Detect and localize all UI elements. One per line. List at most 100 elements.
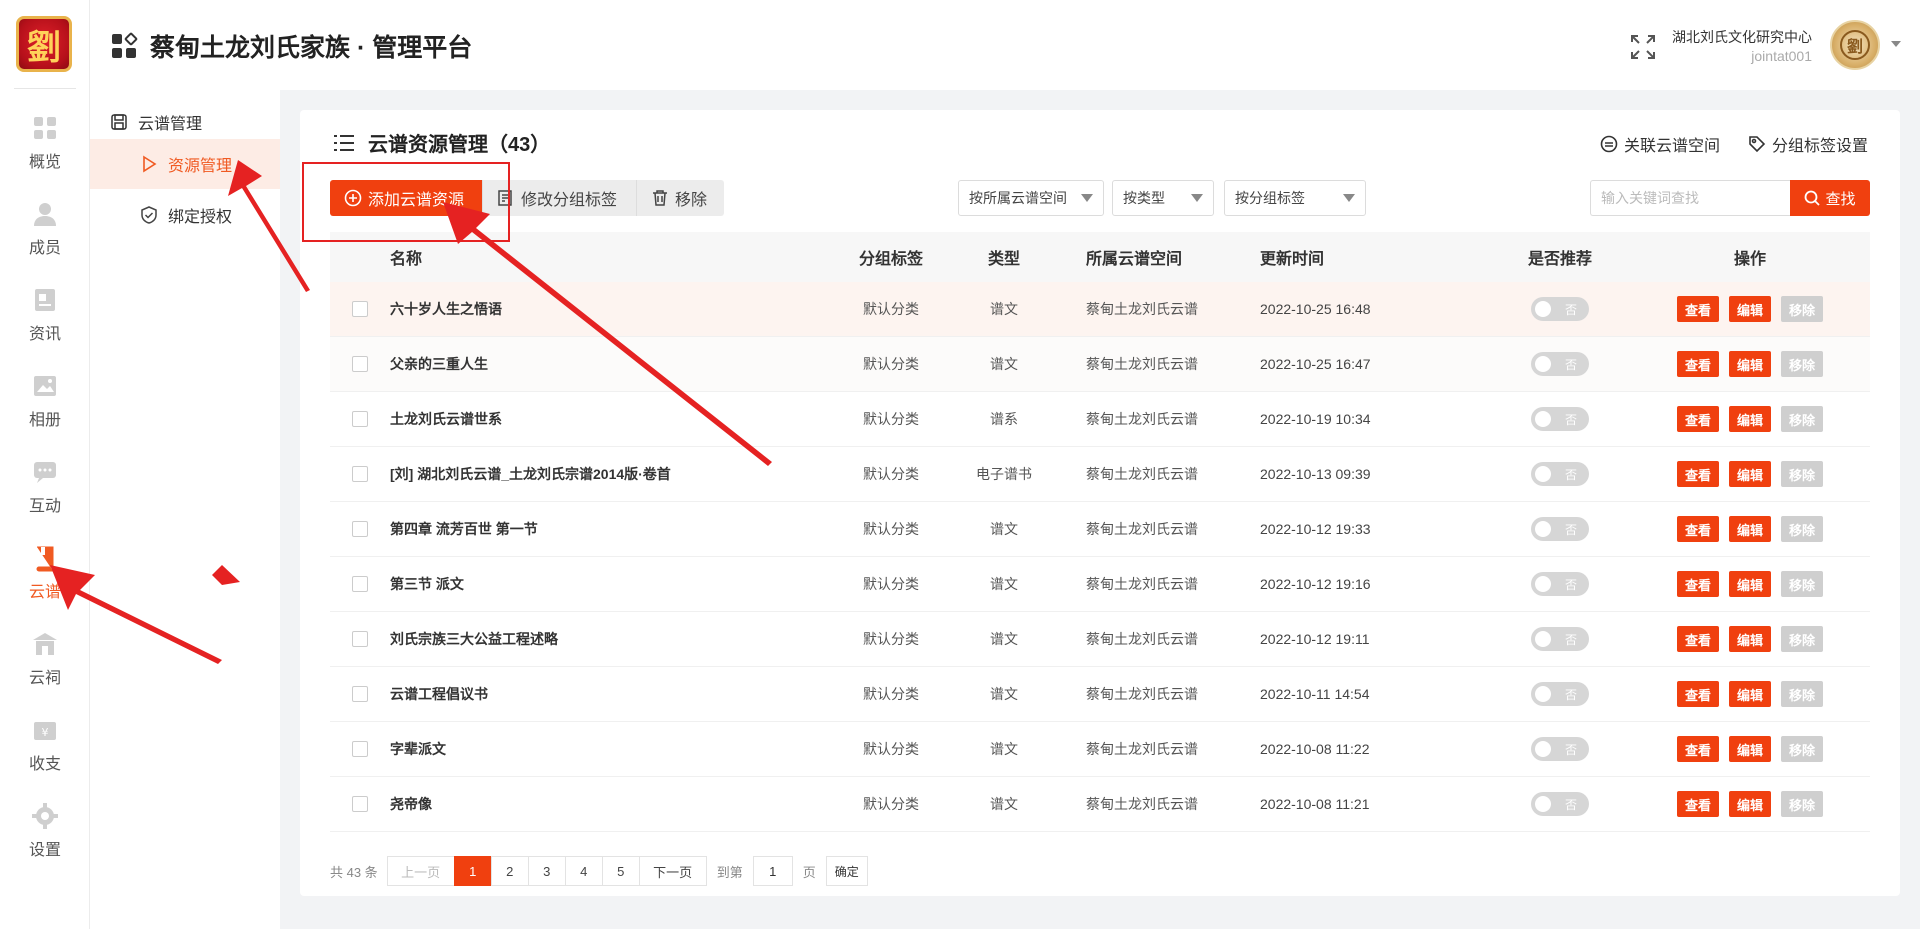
link-space-button[interactable]: 关联云谱空间: [1600, 132, 1720, 156]
rail-item-member[interactable]: 成员: [0, 192, 90, 262]
view-button[interactable]: 查看: [1676, 461, 1719, 487]
chevron-down-icon[interactable]: [1890, 38, 1902, 50]
row-checkbox[interactable]: [352, 741, 368, 757]
row-checkbox[interactable]: [352, 631, 368, 647]
row-remove-button[interactable]: 移除: [1781, 736, 1824, 762]
page-3[interactable]: 3: [527, 856, 566, 886]
recommend-toggle[interactable]: 否: [1531, 407, 1589, 431]
row-remove-button[interactable]: 移除: [1781, 516, 1824, 542]
row-remove-button[interactable]: 移除: [1781, 571, 1824, 597]
view-button[interactable]: 查看: [1676, 406, 1719, 432]
edit-button[interactable]: 编辑: [1728, 461, 1771, 487]
edit-button[interactable]: 编辑: [1728, 736, 1771, 762]
view-button[interactable]: 查看: [1676, 681, 1719, 707]
table-row[interactable]: 字辈派文 默认分类 谱文 蔡甸土龙刘氏云谱 2022-10-08 11:22 否…: [330, 722, 1870, 777]
edit-button[interactable]: 编辑: [1728, 406, 1771, 432]
row-checkbox[interactable]: [352, 576, 368, 592]
row-checkbox[interactable]: [352, 521, 368, 537]
filter-type-select[interactable]: 按类型: [1112, 180, 1214, 216]
subnav-item-resources[interactable]: 资源管理: [90, 139, 280, 189]
rail-item-album[interactable]: 相册: [0, 364, 90, 434]
add-resource-button[interactable]: 添加云谱资源: [330, 180, 482, 216]
page-1[interactable]: 1: [453, 856, 492, 886]
goto-page-input[interactable]: [752, 856, 793, 886]
cell-type: 谱系: [990, 411, 1018, 427]
edit-tag-button[interactable]: 修改分组标签: [482, 180, 636, 216]
table-row[interactable]: 父亲的三重人生 默认分类 谱文 蔡甸土龙刘氏云谱 2022-10-25 16:4…: [330, 337, 1870, 392]
recommend-toggle[interactable]: 否: [1531, 792, 1589, 816]
table-row[interactable]: 六十岁人生之悟语 默认分类 谱文 蔡甸土龙刘氏云谱 2022-10-25 16:…: [330, 282, 1870, 337]
table-row[interactable]: 尧帝像 默认分类 谱文 蔡甸土龙刘氏云谱 2022-10-08 11:21 否 …: [330, 777, 1870, 832]
edit-button[interactable]: 编辑: [1728, 626, 1771, 652]
page-4[interactable]: 4: [564, 856, 603, 886]
tag-settings-button[interactable]: 分组标签设置: [1748, 132, 1868, 156]
cell-time: 2022-10-12 19:11: [1260, 631, 1370, 647]
table-header: 名称 分组标签 类型 所属云谱空间 更新时间 是否推荐 操作: [330, 232, 1870, 282]
row-checkbox[interactable]: [352, 301, 368, 317]
rail-item-overview[interactable]: 概览: [0, 106, 90, 176]
recommend-toggle[interactable]: 否: [1531, 297, 1589, 321]
row-remove-button[interactable]: 移除: [1781, 351, 1824, 377]
recommend-toggle[interactable]: 否: [1531, 517, 1589, 541]
row-remove-button[interactable]: 移除: [1781, 406, 1824, 432]
rail-item-settings[interactable]: 设置: [0, 794, 90, 864]
page-5[interactable]: 5: [601, 856, 640, 886]
view-button[interactable]: 查看: [1676, 351, 1719, 377]
row-checkbox[interactable]: [352, 356, 368, 372]
table-row[interactable]: 土龙刘氏云谱世系 默认分类 谱系 蔡甸土龙刘氏云谱 2022-10-19 10:…: [330, 392, 1870, 447]
row-remove-button[interactable]: 移除: [1781, 791, 1824, 817]
row-remove-button[interactable]: 移除: [1781, 626, 1824, 652]
recommend-toggle[interactable]: 否: [1531, 462, 1589, 486]
view-button[interactable]: 查看: [1676, 296, 1719, 322]
row-checkbox[interactable]: [352, 686, 368, 702]
fullscreen-icon[interactable]: [1630, 34, 1656, 60]
search-input[interactable]: [1590, 180, 1790, 216]
cell-type: 谱文: [990, 576, 1018, 592]
filter-tag-select[interactable]: 按分组标签: [1224, 180, 1366, 216]
search-button[interactable]: 查找: [1790, 180, 1870, 216]
row-checkbox[interactable]: [352, 466, 368, 482]
recommend-toggle[interactable]: 否: [1531, 627, 1589, 651]
edit-button[interactable]: 编辑: [1728, 351, 1771, 377]
table-row[interactable]: 云谱工程倡议书 默认分类 谱文 蔡甸土龙刘氏云谱 2022-10-11 14:5…: [330, 667, 1870, 722]
next-page-button[interactable]: 下一页: [638, 856, 707, 886]
page-2[interactable]: 2: [490, 856, 529, 886]
edit-button[interactable]: 编辑: [1728, 791, 1771, 817]
edit-button[interactable]: 编辑: [1728, 516, 1771, 542]
filter-space-select[interactable]: 按所属云谱空间: [958, 180, 1104, 216]
view-button[interactable]: 查看: [1676, 736, 1719, 762]
remove-button[interactable]: 移除: [636, 180, 724, 216]
avatar-seal: 劉: [1840, 30, 1870, 60]
subnav-item-authorization[interactable]: 绑定授权: [90, 190, 280, 240]
recommend-toggle[interactable]: 否: [1531, 682, 1589, 706]
row-checkbox[interactable]: [352, 411, 368, 427]
view-button[interactable]: 查看: [1676, 516, 1719, 542]
row-remove-button[interactable]: 移除: [1781, 461, 1824, 487]
view-button[interactable]: 查看: [1676, 626, 1719, 652]
table-row[interactable]: [刘] 湖北刘氏云谱_土龙刘氏宗谱2014版·卷首 默认分类 电子谱书 蔡甸土龙…: [330, 447, 1870, 502]
edit-button[interactable]: 编辑: [1728, 296, 1771, 322]
goto-confirm-button[interactable]: 确定: [825, 856, 868, 886]
rail-item-chat[interactable]: 互动: [0, 450, 90, 520]
cell-name: [刘] 湖北刘氏云谱_土龙刘氏宗谱2014版·卷首: [390, 466, 671, 482]
row-remove-button[interactable]: 移除: [1781, 296, 1824, 322]
table-row[interactable]: 刘氏宗族三大公益工程述略 默认分类 谱文 蔡甸土龙刘氏云谱 2022-10-12…: [330, 612, 1870, 667]
table-row[interactable]: 第四章 流芳百世 第一节 默认分类 谱文 蔡甸土龙刘氏云谱 2022-10-12…: [330, 502, 1870, 557]
rail-item-finance[interactable]: ¥ 收支: [0, 708, 90, 778]
family-logo[interactable]: 劉: [16, 16, 72, 72]
row-checkbox[interactable]: [352, 796, 368, 812]
row-remove-button[interactable]: 移除: [1781, 681, 1824, 707]
rail-item-news[interactable]: 资讯: [0, 278, 90, 348]
recommend-toggle[interactable]: 否: [1531, 572, 1589, 596]
rail-item-cloud-genealogy[interactable]: 云谱: [0, 536, 90, 606]
view-button[interactable]: 查看: [1676, 571, 1719, 597]
recommend-toggle[interactable]: 否: [1531, 737, 1589, 761]
rail-item-temple[interactable]: 云祠: [0, 622, 90, 692]
avatar[interactable]: 劉: [1830, 20, 1880, 70]
view-button[interactable]: 查看: [1676, 791, 1719, 817]
edit-button[interactable]: 编辑: [1728, 571, 1771, 597]
recommend-toggle[interactable]: 否: [1531, 352, 1589, 376]
prev-page-button[interactable]: 上一页: [386, 856, 455, 886]
edit-button[interactable]: 编辑: [1728, 681, 1771, 707]
table-row[interactable]: 第三节 派文 默认分类 谱文 蔡甸土龙刘氏云谱 2022-10-12 19:16…: [330, 557, 1870, 612]
